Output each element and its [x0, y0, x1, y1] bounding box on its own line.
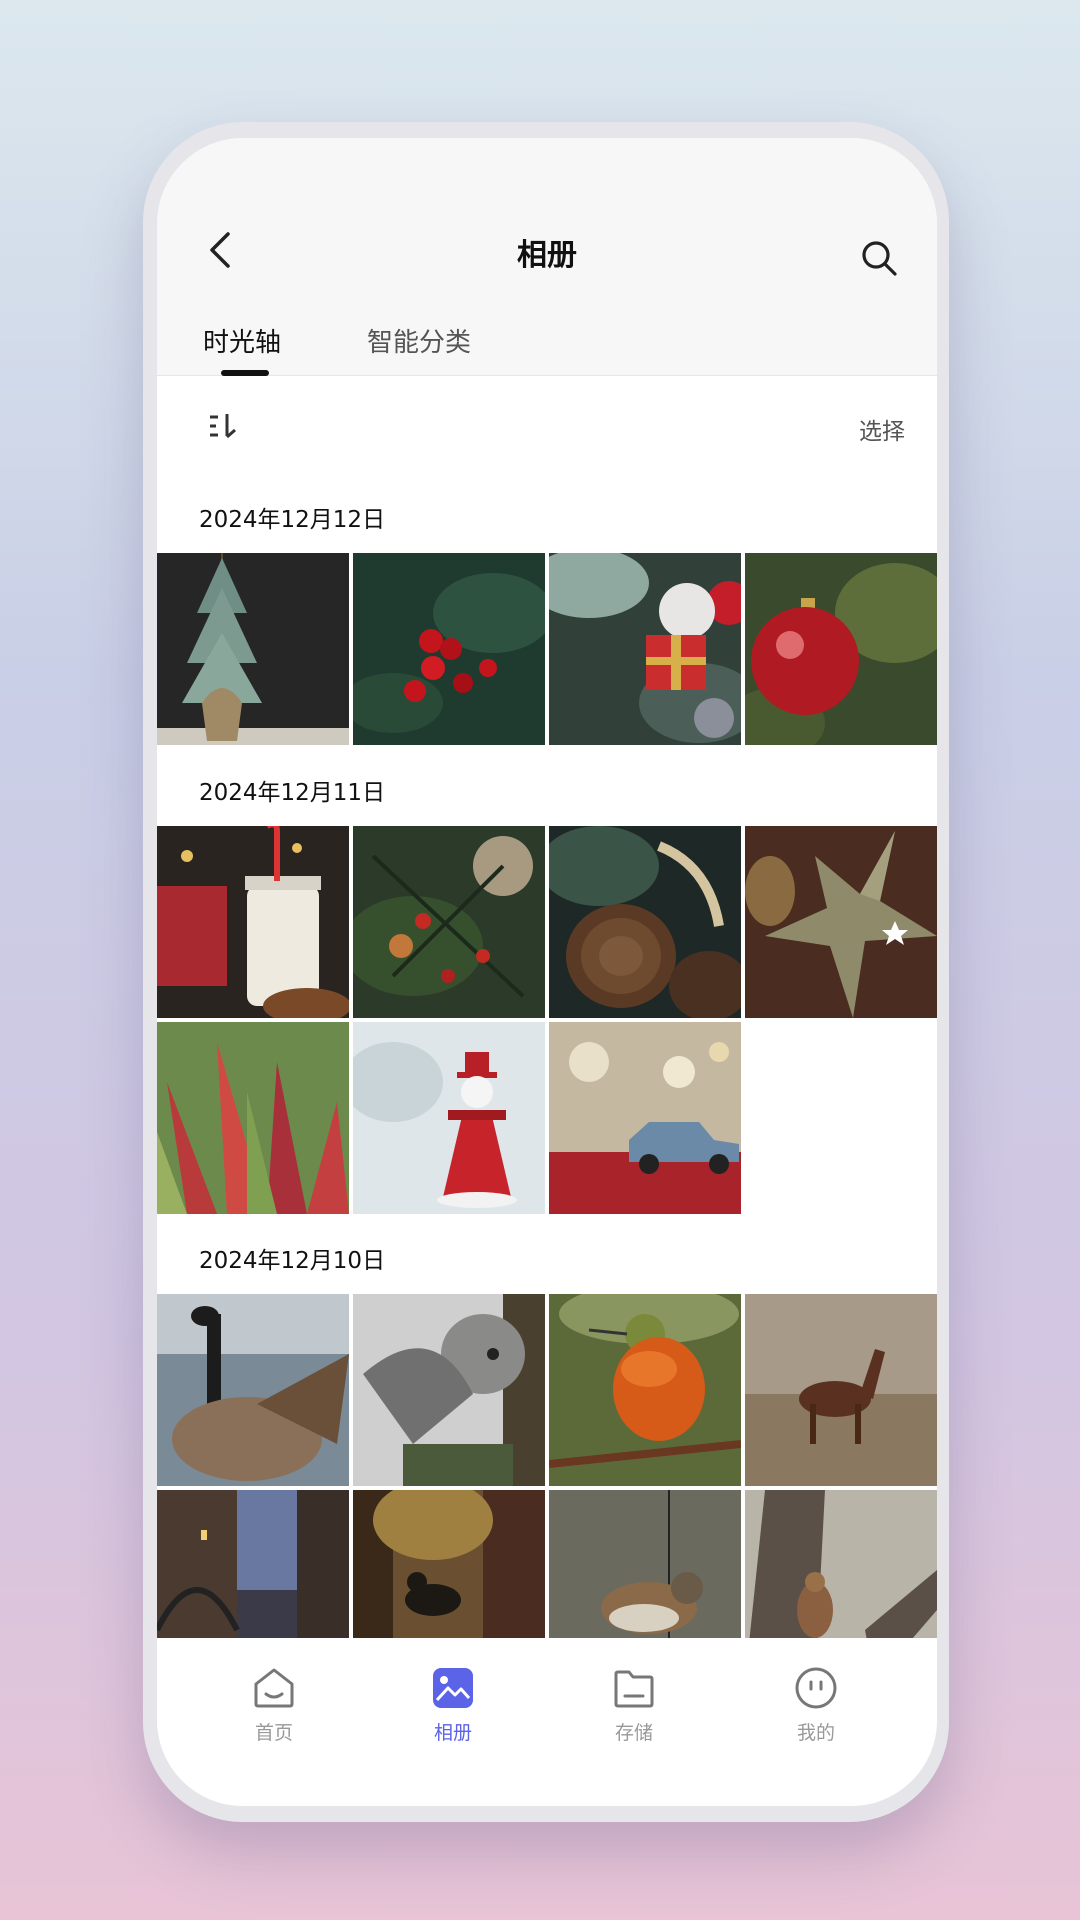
home-icon	[254, 1668, 294, 1708]
photo-red-succulent[interactable]	[157, 1022, 349, 1214]
select-button[interactable]: 选择	[859, 412, 905, 446]
tab-indicator	[221, 370, 269, 376]
profile-icon	[795, 1667, 837, 1709]
sort-icon[interactable]	[207, 410, 241, 442]
photo-pine-berries[interactable]	[353, 826, 545, 1018]
photo-bridge-night[interactable]	[157, 1490, 349, 1638]
photo-dog-forest[interactable]	[353, 1490, 545, 1638]
app-header: 相册 时光轴 智能分类	[157, 138, 937, 376]
photo-milk-candy-cane[interactable]	[157, 826, 349, 1018]
photo-pine-cone[interactable]	[549, 826, 741, 1018]
app-screen: 相册 时光轴 智能分类 选择 2024年12月12日 2024年12月11日 2…	[157, 138, 937, 1806]
section-date: 2024年12月11日	[199, 780, 386, 806]
folder-icon	[614, 1670, 654, 1708]
photo-owl[interactable]	[353, 1294, 545, 1486]
nav-label: 我的	[796, 1722, 835, 1744]
photo-wooden-star[interactable]	[745, 826, 937, 1018]
timeline-content: 相册 时光轴 智能分类 选择 2024年12月12日 2024年12月11日 2…	[157, 138, 937, 1638]
photo-snowman-figurine[interactable]	[353, 1022, 545, 1214]
page-title: 相册	[517, 238, 577, 273]
gallery-icon	[433, 1668, 473, 1708]
nav-item-profile[interactable]: 我的	[766, 1666, 866, 1745]
nav-label: 相册	[433, 1722, 472, 1744]
nav-label: 首页	[254, 1722, 293, 1744]
nav-item-home[interactable]: 首页	[224, 1666, 324, 1745]
photo-red-bauble[interactable]	[745, 553, 937, 745]
section-date: 2024年12月12日	[199, 507, 386, 533]
photo-gift-box-ornament[interactable]	[549, 553, 741, 745]
search-icon[interactable]	[859, 238, 899, 278]
photo-goose[interactable]	[157, 1294, 349, 1486]
photo-horse[interactable]	[745, 1294, 937, 1486]
nav-item-gallery[interactable]: 相册	[403, 1666, 503, 1745]
photo-holly-berries[interactable]	[353, 553, 545, 745]
nav-label: 存储	[614, 1722, 653, 1744]
photo-hummingbird[interactable]	[549, 1294, 741, 1486]
tab-timeline[interactable]: 时光轴	[203, 322, 281, 359]
tab-smart-category[interactable]: 智能分类	[367, 322, 471, 359]
photo-toy-car-gift[interactable]	[549, 1022, 741, 1214]
photo-small-christmas-tree[interactable]	[157, 553, 349, 745]
section-date: 2024年12月10日	[199, 1248, 386, 1274]
photo-sparrow[interactable]	[549, 1490, 741, 1638]
bottom-nav: 首页 相册 存储 我的	[157, 1638, 937, 1806]
photo-squirrel[interactable]	[745, 1490, 937, 1638]
nav-item-storage[interactable]: 存储	[584, 1666, 684, 1745]
